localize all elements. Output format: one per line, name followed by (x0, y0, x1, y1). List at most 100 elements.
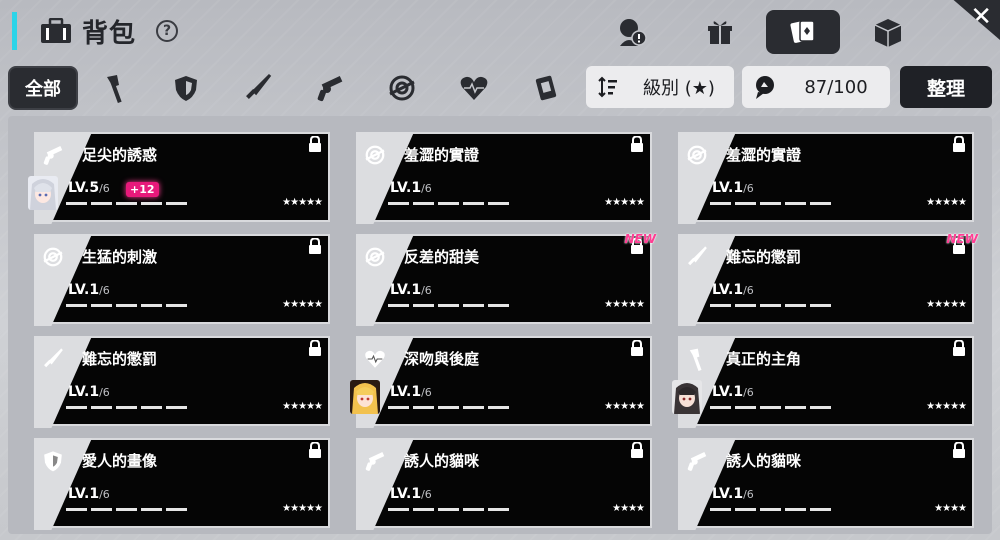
level-label: LV.1/6 (68, 486, 110, 502)
level-bar (810, 406, 831, 409)
level-bar (463, 304, 484, 307)
star-rating: ★★★★★ (604, 401, 645, 412)
level-bar (438, 202, 459, 205)
level-bar (463, 406, 484, 409)
item-card[interactable]: 難忘的懲罰 NEW LV.1/6 ★★★★★ (678, 232, 978, 326)
item-card[interactable]: 深吻與後庭 LV.1/6 ★★★★★ (350, 336, 652, 428)
gift-icon[interactable] (700, 12, 740, 52)
filter-all-button[interactable]: 全部 (8, 66, 78, 110)
lock-icon[interactable] (630, 442, 644, 458)
page-title: 背包 (82, 19, 137, 49)
knife-icon (684, 244, 710, 270)
lock-icon[interactable] (630, 340, 644, 356)
cards-icon (790, 20, 815, 43)
level-bar (760, 202, 781, 205)
level-bars (388, 202, 509, 205)
level-bar (413, 508, 434, 511)
level-bars (388, 304, 509, 307)
item-card[interactable]: 真正的主角 LV.1/6 ★★★★★ (672, 336, 974, 428)
level-max: /6 (743, 386, 754, 399)
level-value: LV.1 (68, 282, 100, 298)
level-bar (488, 202, 509, 205)
level-bar (388, 304, 409, 307)
level-value: LV.1 (712, 180, 744, 196)
level-value: LV.1 (68, 486, 100, 502)
lock-icon[interactable] (630, 136, 644, 152)
level-max: /6 (421, 182, 432, 195)
level-bar (488, 304, 509, 307)
target-icon (362, 142, 388, 168)
star-rating: ★★★★★ (604, 197, 645, 208)
level-bar (785, 202, 806, 205)
level-bar (710, 202, 731, 205)
level-bar (388, 508, 409, 511)
level-bars (710, 508, 831, 511)
level-bar (463, 508, 484, 511)
level-label: LV.1/6 (390, 384, 432, 400)
organize-button[interactable]: 整理 (900, 66, 992, 108)
level-bar (413, 202, 434, 205)
level-max: /6 (743, 488, 754, 501)
star-rating: ★★★★★ (926, 299, 967, 310)
level-bar (141, 508, 162, 511)
target-icon[interactable] (384, 70, 420, 106)
lock-icon[interactable] (308, 238, 322, 254)
item-card[interactable]: 羞澀的實證 LV.1/6 ★★★★★ (356, 132, 652, 224)
character-info-icon[interactable] (612, 12, 652, 52)
capacity-display: 87/100 (742, 66, 890, 108)
level-bars (66, 304, 187, 307)
level-bar (735, 202, 756, 205)
item-card[interactable]: 愛人的畫像 LV.1/6 ★★★★★ (34, 438, 330, 530)
knife-icon[interactable] (240, 70, 276, 106)
star-rating: ★★★★★ (926, 401, 967, 412)
level-bar (710, 304, 731, 307)
avatar (672, 380, 702, 414)
level-bar (141, 202, 162, 205)
capacity-icon (742, 74, 788, 100)
item-card[interactable]: 誘人的貓咪 LV.1/6 ★★★★ (678, 438, 974, 530)
lock-icon[interactable] (952, 442, 966, 458)
heart-icon[interactable] (456, 70, 492, 106)
level-value: LV.1 (390, 486, 422, 502)
lock-icon[interactable] (952, 136, 966, 152)
shield-icon[interactable] (168, 70, 204, 106)
level-bar (760, 508, 781, 511)
item-card[interactable]: 羞澀的實證 LV.1/6 ★★★★★ (678, 132, 974, 224)
revolver-icon[interactable] (312, 70, 348, 106)
card-name: 難忘的懲罰 (82, 350, 158, 368)
level-value: LV.5 (68, 180, 100, 196)
level-bar (66, 406, 87, 409)
level-bar (66, 202, 87, 205)
card-icon[interactable] (528, 70, 564, 106)
axe-icon[interactable] (98, 70, 134, 106)
help-icon[interactable]: ? (156, 20, 178, 42)
star-rating: ★★★★ (612, 503, 645, 514)
card-name: 愛人的畫像 (82, 452, 158, 470)
level-label: LV.1/6 (712, 282, 754, 298)
item-card[interactable]: 誘人的貓咪 LV.1/6 ★★★★ (356, 438, 652, 530)
lock-icon[interactable] (308, 340, 322, 356)
level-value: LV.1 (390, 282, 422, 298)
tab-cards[interactable] (766, 10, 840, 54)
close-button[interactable]: ✕ (953, 0, 1000, 40)
item-card[interactable]: 生猛的刺激 LV.1/6 ★★★★★ (34, 234, 330, 326)
sort-button[interactable]: 級別 (★) (586, 66, 734, 108)
card-name: 反差的甜美 (404, 248, 480, 266)
level-value: LV.1 (712, 486, 744, 502)
level-label: LV.1/6 (68, 384, 110, 400)
level-bar (388, 202, 409, 205)
item-card[interactable]: 足尖的誘惑 LV.5/6 +12 ★★★★★ (28, 132, 330, 224)
lock-icon[interactable] (952, 340, 966, 356)
lock-icon[interactable] (308, 136, 322, 152)
star-rating: ★★★★★ (604, 299, 645, 310)
heart-icon (362, 346, 388, 372)
lock-icon[interactable] (308, 442, 322, 458)
item-card[interactable]: 難忘的懲罰 LV.1/6 ★★★★★ (34, 336, 330, 428)
item-card[interactable]: 反差的甜美 NEW LV.1/6 ★★★★★ (356, 232, 656, 326)
box-icon[interactable] (868, 12, 908, 52)
level-value: LV.1 (390, 384, 422, 400)
star-rating: ★★★★★ (282, 503, 323, 514)
avatar (350, 380, 380, 414)
level-bar (785, 406, 806, 409)
level-max: /6 (99, 488, 110, 501)
